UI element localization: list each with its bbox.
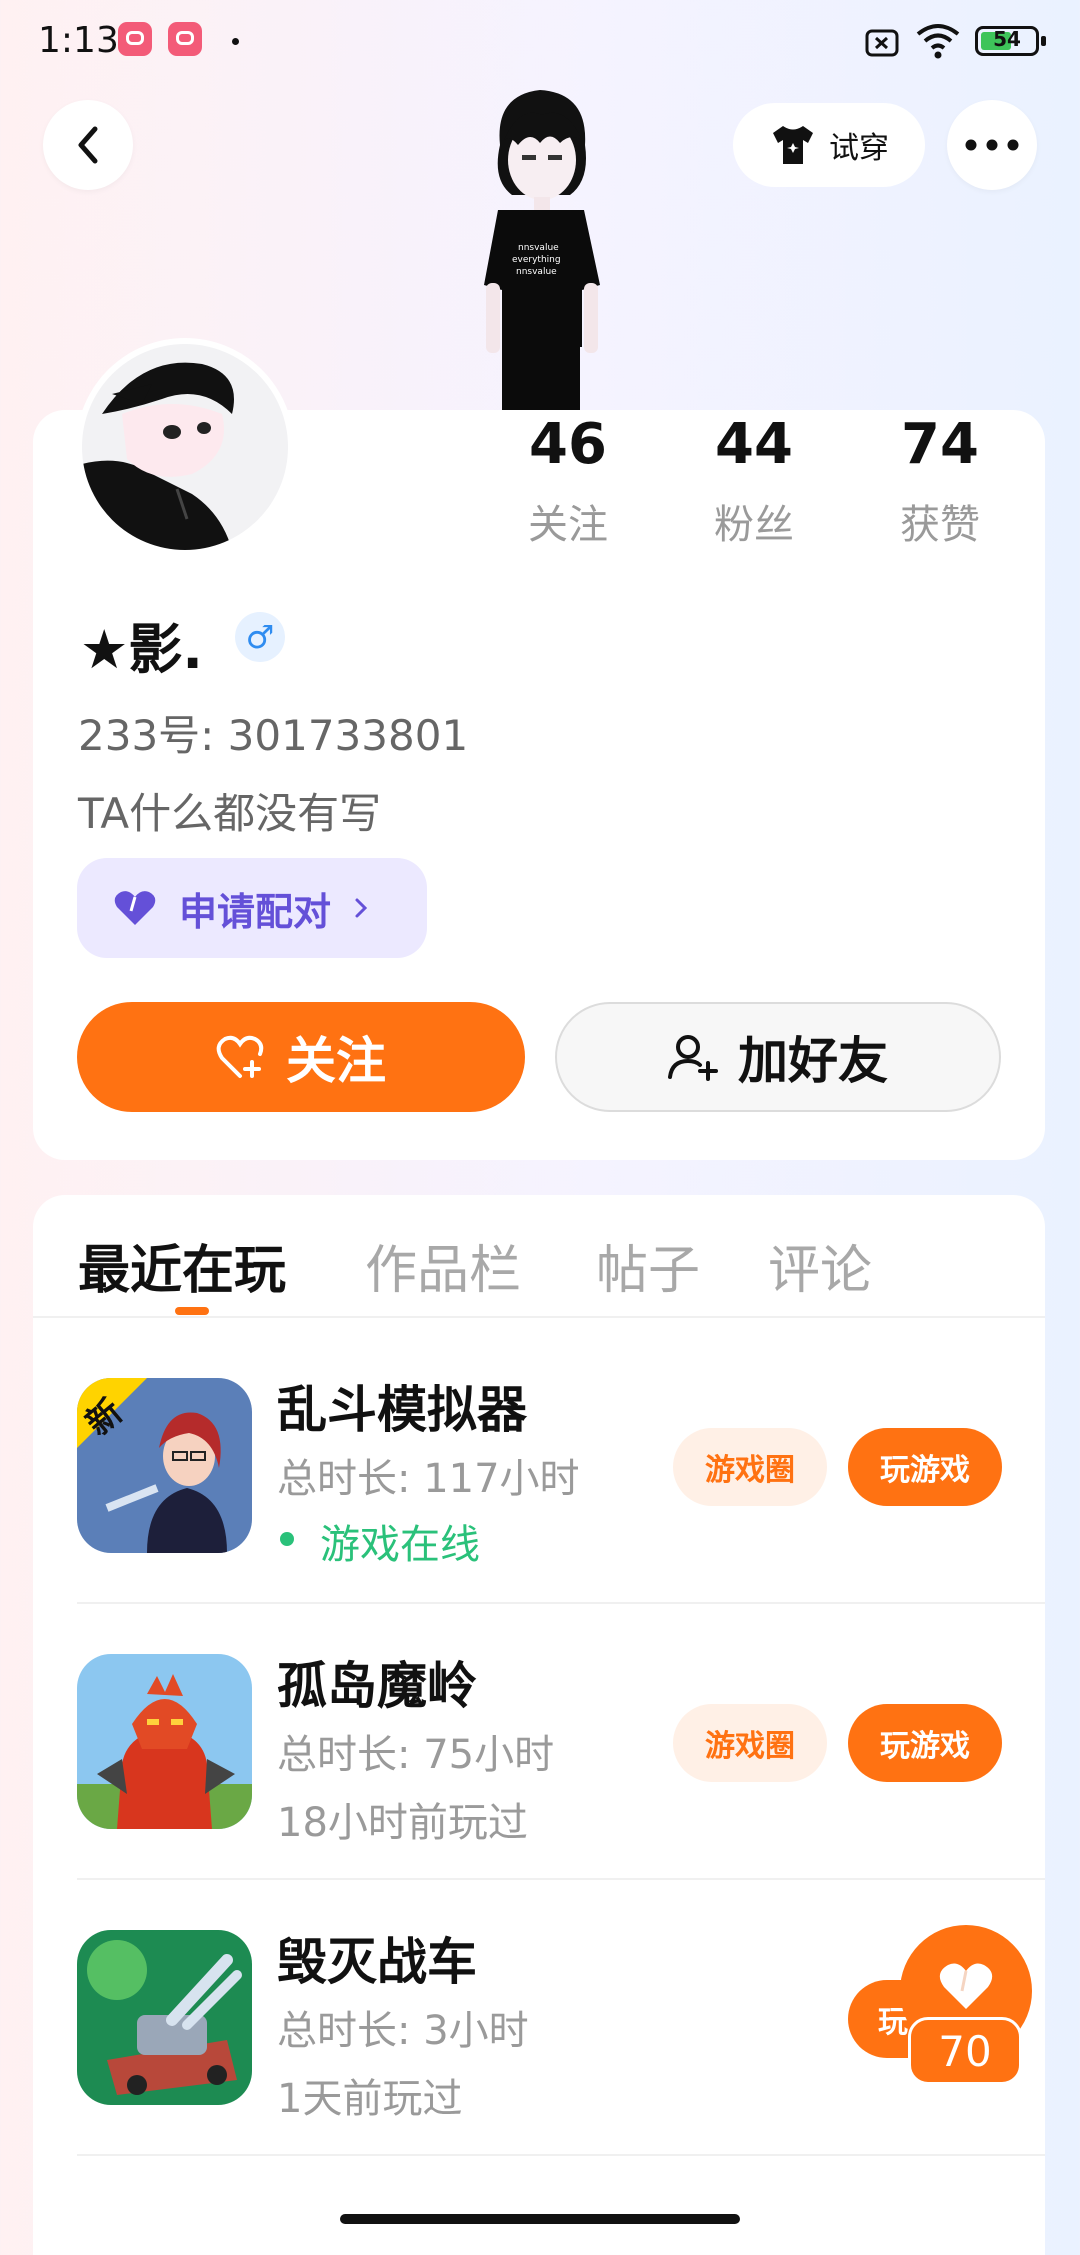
svg-text:everything: everything xyxy=(512,255,561,265)
notification-app-icon xyxy=(118,22,152,56)
add-friend-label: 加好友 xyxy=(738,1032,888,1090)
sim-off-icon xyxy=(865,28,901,62)
follow-label: 关注 xyxy=(286,1032,386,1090)
game-status: 游戏在线 xyxy=(320,1522,480,1568)
game-duration: 总时长: 3小时 xyxy=(277,2008,529,2054)
add-friend-button[interactable]: 加好友 xyxy=(555,1002,1001,1112)
try-on-button[interactable]: 试穿 xyxy=(733,103,925,187)
chevron-left-icon xyxy=(78,126,98,164)
followers-count[interactable]: 44 xyxy=(674,412,834,477)
chevron-right-icon xyxy=(355,898,368,918)
svg-text:nnsvalue: nnsvalue xyxy=(518,243,559,253)
back-button[interactable] xyxy=(43,100,133,190)
user-id: 233号: 301733801 xyxy=(78,711,469,760)
tab-works[interactable]: 作品栏 xyxy=(365,1228,521,1303)
svg-text:nnsvalue: nnsvalue xyxy=(516,267,557,277)
more-button[interactable] xyxy=(947,100,1037,190)
notification-dot-icon xyxy=(232,38,239,45)
request-pair-button[interactable]: 申请配对 xyxy=(77,858,427,958)
game-title[interactable]: 孤岛魔岭 xyxy=(277,1646,477,1718)
battery-icon: 54 xyxy=(975,26,1039,56)
tab-recent-played[interactable]: 最近在玩 xyxy=(78,1228,286,1303)
tab-comments[interactable]: 评论 xyxy=(768,1228,872,1303)
male-icon: ♂ xyxy=(235,612,285,662)
following-count[interactable]: 46 xyxy=(488,412,648,477)
game-duration: 总时长: 75小时 xyxy=(277,1732,555,1778)
game-status: 1天前玩过 xyxy=(277,2076,463,2122)
battery-level: 54 xyxy=(993,27,1021,51)
follow-button[interactable]: 关注 xyxy=(77,1002,525,1112)
battery-tip xyxy=(1041,36,1046,46)
game-circle-button[interactable]: 游戏圈 xyxy=(673,1704,827,1782)
likes-count[interactable]: 74 xyxy=(860,412,1020,477)
avatar[interactable] xyxy=(76,338,294,556)
status-time: 1:13 xyxy=(38,20,119,61)
wifi-icon xyxy=(915,22,961,64)
tab-posts[interactable]: 帖子 xyxy=(596,1228,700,1303)
play-game-button[interactable]: 玩游戏 xyxy=(848,1704,1002,1782)
game-title[interactable]: 乱斗模拟器 xyxy=(277,1370,527,1442)
likes-label[interactable]: 获赞 xyxy=(860,492,1020,550)
game-duration: 总时长: 117小时 xyxy=(277,1456,580,1502)
try-on-label: 试穿 xyxy=(829,131,889,166)
tab-indicator xyxy=(175,1307,209,1315)
avatar-figure[interactable]: nnsvalue everything nnsvalue xyxy=(460,85,620,410)
heart-icon xyxy=(114,891,156,925)
bio: TA什么都没有写 xyxy=(78,789,382,838)
divider xyxy=(77,1602,1045,1604)
divider xyxy=(33,1316,1045,1318)
online-indicator xyxy=(280,1532,294,1546)
like-count: 70 xyxy=(908,2017,1022,2085)
divider xyxy=(77,2154,1045,2156)
game-circle-button[interactable]: 游戏圈 xyxy=(673,1428,827,1506)
request-pair-label: 申请配对 xyxy=(179,889,332,934)
heart-plus-icon xyxy=(216,1035,264,1078)
tshirt-icon xyxy=(773,126,813,164)
notification-app-icon xyxy=(168,22,202,56)
followers-label[interactable]: 粉丝 xyxy=(674,492,834,550)
following-label[interactable]: 关注 xyxy=(488,492,648,550)
add-user-icon xyxy=(668,1035,718,1081)
more-horizontal-icon xyxy=(965,139,1019,151)
game-title[interactable]: 毁灭战车 xyxy=(277,1922,477,1994)
game-status: 18小时前玩过 xyxy=(277,1800,528,1846)
home-indicator[interactable] xyxy=(340,2214,740,2224)
play-game-button[interactable]: 玩游戏 xyxy=(848,1428,1002,1506)
divider xyxy=(77,1878,1045,1880)
heart-icon xyxy=(939,1963,993,2009)
nickname: ★影. xyxy=(80,618,203,681)
game-icon-brawl-simulator[interactable]: 新 xyxy=(77,1378,252,1553)
game-icon-destruction-tank[interactable] xyxy=(77,1930,252,2105)
game-icon-island-mountain[interactable] xyxy=(77,1654,252,1829)
